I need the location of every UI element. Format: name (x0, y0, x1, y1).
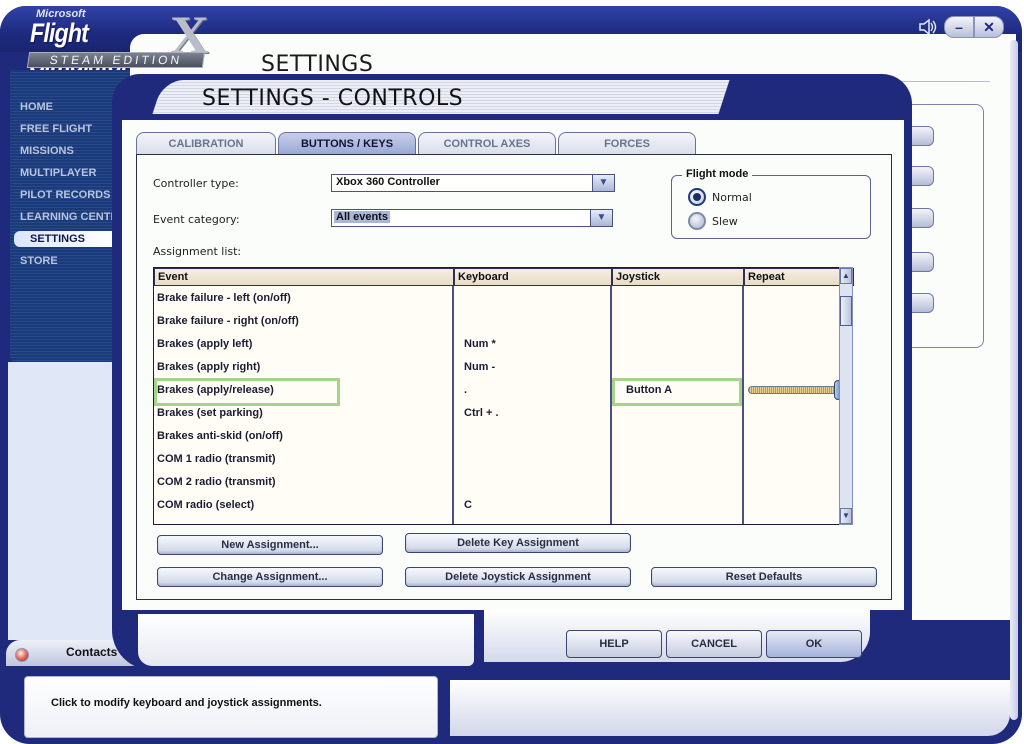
assignment-table: Event Keyboard Joystick Repeat Brake fai… (153, 267, 854, 525)
table-row-event[interactable]: Brakes (set parking) (157, 407, 263, 419)
repeat-slider[interactable] (748, 380, 844, 400)
event-category-select[interactable]: All events ▼ (331, 209, 613, 227)
dialog-title: SETTINGS - CONTROLS (202, 86, 464, 111)
app-right-edge (1010, 40, 1018, 720)
settings-controls-dialog: SETTINGS - CONTROLS CALIBRATION BUTTONS … (112, 74, 912, 674)
dialog-footer-left (138, 614, 474, 666)
contacts-label: Contacts (66, 645, 118, 659)
table-row-event[interactable]: Brake failure - right (on/off) (157, 315, 299, 327)
tab-buttons-keys[interactable]: BUTTONS / KEYS (278, 132, 416, 154)
radio-normal-label[interactable]: Normal (712, 191, 752, 204)
column-header-keyboard[interactable]: Keyboard (454, 268, 612, 286)
sidebar-item-home[interactable]: HOME (20, 101, 112, 113)
column-header-repeat[interactable]: Repeat (744, 268, 854, 286)
scroll-up-icon[interactable]: ▲ (840, 268, 852, 284)
minimize-button[interactable]: – (944, 16, 974, 38)
sidebar-item-store[interactable]: STORE (20, 255, 112, 267)
speaker-icon[interactable] (918, 18, 938, 36)
reset-defaults-button[interactable]: Reset Defaults (651, 567, 877, 587)
ok-button[interactable]: OK (766, 630, 862, 658)
selected-event-highlight (154, 378, 340, 406)
sidebar-item-free-flight[interactable]: FREE FLIGHT (20, 123, 112, 135)
cancel-button[interactable]: CANCEL (666, 630, 762, 658)
table-row-event[interactable]: Brakes anti-skid (on/off) (157, 430, 283, 442)
change-assignment-button[interactable]: Change Assignment... (157, 567, 383, 587)
controller-type-value: Xbox 360 Controller (336, 176, 440, 188)
tab-forces[interactable]: FORCES (558, 132, 696, 154)
chevron-down-icon[interactable]: ▼ (590, 210, 612, 226)
scroll-down-icon[interactable]: ▼ (840, 508, 852, 524)
delete-joystick-assignment-button[interactable]: Delete Joystick Assignment (405, 567, 631, 587)
contacts-status-icon (15, 648, 29, 662)
status-bar: Click to modify keyboard and joystick as… (24, 676, 438, 738)
column-divider (452, 286, 454, 524)
sidebar-lower-panel (8, 362, 124, 640)
column-header-event[interactable]: Event (154, 268, 454, 286)
new-assignment-button[interactable]: New Assignment... (157, 535, 383, 555)
table-row-keyboard[interactable]: C (464, 499, 472, 511)
sidebar-item-missions[interactable]: MISSIONS (20, 145, 112, 157)
flight-mode-legend: Flight mode (682, 168, 753, 180)
column-divider (742, 286, 744, 524)
table-scrollbar[interactable]: ▲ ▼ (839, 267, 853, 525)
help-button[interactable]: HELP (566, 630, 662, 658)
scrollbar-thumb[interactable] (840, 295, 852, 326)
status-text: Click to modify keyboard and joystick as… (51, 697, 322, 709)
bottom-bar (450, 680, 1010, 736)
flight-mode-group: Flight mode Normal Slew (671, 168, 871, 239)
controller-type-select[interactable]: Xbox 360 Controller ▼ (331, 174, 615, 192)
repeat-slider-track[interactable] (748, 386, 838, 394)
tab-control-axes[interactable]: CONTROL AXES (418, 132, 556, 154)
radio-slew-label[interactable]: Slew (712, 215, 738, 228)
table-row-event[interactable]: COM radio (select) (157, 499, 254, 511)
table-row-event[interactable]: Brakes (apply right) (157, 361, 260, 373)
table-row-keyboard[interactable]: Num * (464, 338, 496, 350)
table-row-keyboard[interactable]: . (464, 384, 467, 396)
table-row-keyboard[interactable]: Num - (464, 361, 495, 373)
event-category-label: Event category: (153, 213, 240, 226)
close-button[interactable]: ✕ (974, 16, 1004, 38)
selected-joystick-highlight (612, 378, 742, 406)
logo-steam-edition: STEAM EDITION (26, 52, 206, 68)
controller-type-label: Controller type: (153, 177, 239, 190)
event-category-value: All events (334, 211, 390, 223)
delete-key-assignment-button[interactable]: Delete Key Assignment (405, 533, 631, 553)
radio-slew[interactable] (688, 212, 706, 230)
table-row-event[interactable]: COM 2 radio (transmit) (157, 476, 276, 488)
sidebar-item-settings[interactable]: SETTINGS (14, 231, 114, 247)
sidebar-item-multiplayer[interactable]: MULTIPLAYER (20, 167, 112, 179)
buttons-keys-panel: Controller type: Xbox 360 Controller ▼ E… (136, 154, 892, 600)
table-row-keyboard[interactable]: Ctrl + . (464, 407, 499, 419)
fsx-logo: Microsoft Flight Simulator X STEAM EDITI… (22, 5, 218, 79)
table-row-event[interactable]: Brakes (apply left) (157, 338, 252, 350)
sidebar-item-learning-center[interactable]: LEARNING CENTER (20, 211, 112, 223)
column-header-joystick[interactable]: Joystick (612, 268, 744, 286)
tab-calibration[interactable]: CALIBRATION (136, 132, 276, 154)
assignment-list-label: Assignment list: (153, 245, 242, 258)
chevron-down-icon[interactable]: ▼ (592, 175, 614, 191)
table-row-event[interactable]: COM 1 radio (transmit) (157, 453, 276, 465)
sidebar-item-pilot-records[interactable]: PILOT RECORDS (20, 189, 112, 201)
table-row-event[interactable]: Brake failure - left (on/off) (157, 292, 291, 304)
radio-normal[interactable] (688, 188, 706, 206)
